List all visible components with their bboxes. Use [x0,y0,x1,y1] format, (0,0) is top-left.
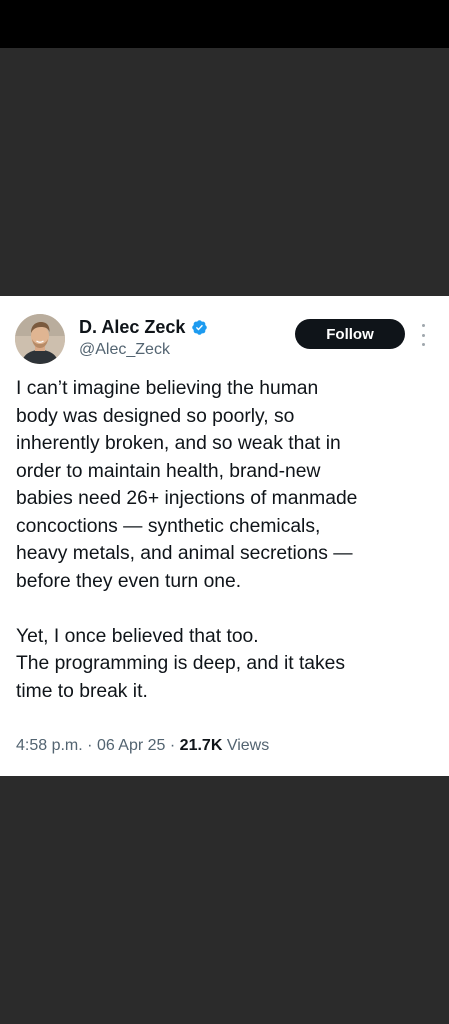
author-display-name[interactable]: D. Alec Zeck [79,316,185,338]
views-label: Views [226,737,270,754]
author-handle[interactable]: @Alec_Zeck [79,340,170,360]
profile-photo [15,314,65,364]
author-name-row: D. Alec Zeck [79,316,208,338]
more-dot [421,333,425,337]
tweet-card: D. Alec Zeck @Alec_Zeck Follow I can’t i… [0,296,449,776]
more-vertical-icon[interactable] [418,324,428,346]
avatar[interactable] [15,314,65,364]
tweet-date[interactable]: 06 Apr 25 [97,737,166,754]
tweet-text: I can’t imagine believing the human body… [16,378,358,702]
verified-badge-icon[interactable] [191,319,208,336]
tweet-time[interactable]: 4:58 p.m. [16,737,83,754]
meta-separator: · [87,737,93,754]
dark-background-bottom [0,776,449,1024]
meta-separator: · [169,737,176,754]
follow-button[interactable]: Follow [295,319,405,349]
top-black-bar [0,0,449,48]
more-dot [421,343,425,346]
tweet-meta: 4:58 p.m. · 06 Apr 25 · 21.7K Views [16,735,269,757]
views-count[interactable]: 21.7K [180,737,223,754]
dark-background-top [0,48,449,296]
more-dot [421,324,425,327]
